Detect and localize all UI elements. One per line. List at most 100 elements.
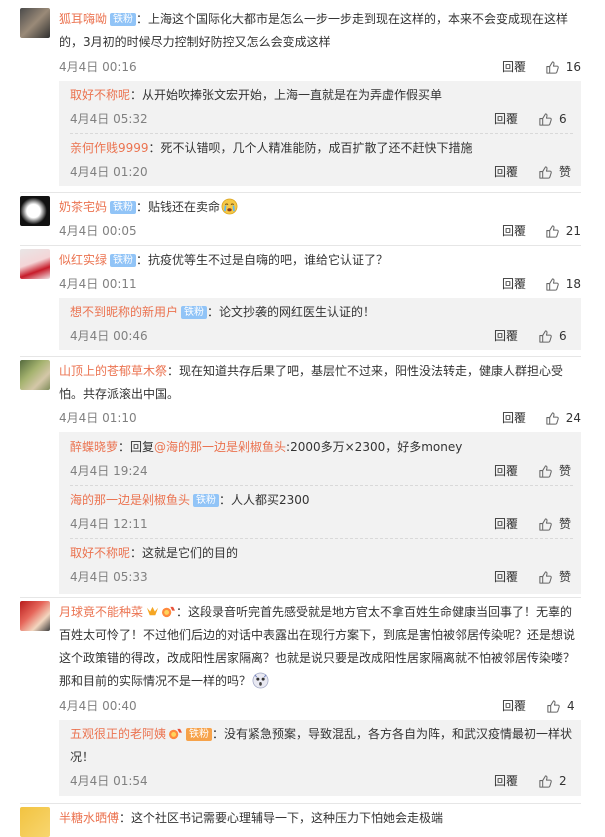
reply-panel: 五观很正的老阿姨 铁粉 ：没有紧急预案，导致混乱，各方各自为阵，和武汉疫情最初一样状… — [59, 720, 581, 796]
reply-button[interactable]: 回覆 — [494, 460, 518, 482]
username-link[interactable]: 似红实绿 — [59, 253, 107, 267]
like-button[interactable]: 16 — [545, 56, 581, 78]
like-button[interactable]: 2 — [538, 770, 573, 792]
comment-text: ：上海这个国际化大都市是怎么一步一步走到现在这样的，本来不会变成现在这样的，3月… — [59, 12, 569, 49]
like-button[interactable]: 24 — [545, 407, 581, 429]
comment-separator — [20, 356, 581, 357]
reply-content: 想不到昵称的新用户 铁粉 ：论文抄袭的网红医生认证的！ — [59, 301, 581, 324]
comment-content: 狐耳嗨呦 铁粉 ：上海这个国际化大都市是怎么一步一步走到现在这样的，本来不会变成现在… — [59, 8, 581, 54]
fan-medal-icon — [169, 728, 183, 740]
reply-content: 醉蝶晓萝：回复@海的那一边是剁椒鱼头:2000多万×2300，好多money — [59, 436, 581, 459]
avatar[interactable] — [20, 360, 50, 390]
reply-button[interactable]: 回覆 — [502, 407, 526, 429]
avatar[interactable] — [20, 249, 50, 279]
username-link[interactable]: 亲何作贱9999 — [70, 141, 149, 155]
avatar[interactable] — [20, 601, 50, 631]
thumbs-up-icon — [546, 224, 559, 238]
username-link[interactable]: 取好不称呢 — [70, 88, 130, 102]
like-button[interactable]: 6 — [538, 325, 573, 347]
timestamp: 4月4日 00:46 — [70, 329, 148, 343]
avatar[interactable] — [20, 807, 50, 837]
thumbs-up-icon — [539, 774, 552, 788]
reply-button[interactable]: 回覆 — [494, 566, 518, 588]
like-count: 21 — [565, 224, 581, 238]
thumbs-up-icon — [547, 699, 560, 713]
reply-button[interactable]: 回覆 — [502, 273, 526, 295]
comment-body: 奶茶宅妈 铁粉 ：贴钱还在卖命 4月4日 00:05 回覆 21 — [59, 196, 581, 242]
fan-badge: 铁粉 — [193, 494, 220, 507]
comment-meta: 4月4日 01:10 回覆 24 — [59, 407, 581, 429]
reply-divider — [70, 538, 573, 539]
like-button[interactable]: 赞 — [538, 161, 573, 183]
fan-medal-icon — [162, 606, 176, 618]
avatar[interactable] — [20, 196, 50, 226]
like-button[interactable]: 赞 — [538, 460, 573, 482]
username-link[interactable]: 奶茶宅妈 — [59, 200, 107, 214]
reply-content: 取好不称呢：从开始吹捧张文宏开始，上海一直就是在为弄虚作假买单 — [59, 84, 581, 107]
reply-content: 海的那一边是剁椒鱼头 铁粉 ：人人都买2300 — [59, 489, 581, 512]
timestamp: 4月4日 01:10 — [59, 411, 137, 425]
reply-meta: 4月4日 12:11 回覆 赞 — [70, 513, 573, 535]
comment-meta: 4月4日 00:40 回覆 4 — [59, 695, 581, 717]
comment-feed: 狐耳嗨呦铁粉 ：上海这个国际化大都市是怎么一步一步走到现在这样的，本来不会变成现在… — [0, 0, 605, 837]
username-link[interactable]: 想不到昵称的新用户 — [70, 305, 178, 319]
reply-button[interactable]: 回覆 — [494, 325, 518, 347]
reply-text-prefix: ：回复 — [118, 440, 155, 454]
like-count: 2 — [559, 774, 567, 788]
like-count: 6 — [559, 112, 567, 126]
thumbs-up-icon — [539, 464, 552, 478]
timestamp: 4月4日 01:54 — [70, 774, 148, 788]
like-button[interactable]: 6 — [538, 108, 573, 130]
like-count: 赞 — [559, 570, 572, 584]
timestamp: 4月4日 12:11 — [70, 517, 148, 531]
username-link[interactable]: 海的那一边是剁椒鱼头 — [70, 493, 190, 507]
comment-meta: 4月4日 00:11 回覆 18 — [59, 273, 581, 295]
thumbs-up-icon — [539, 112, 552, 126]
reply-item: 海的那一边是剁椒鱼头 铁粉 ：人人都买2300 4月4日 12:11 回覆 赞 — [59, 489, 581, 535]
reply-item: 五观很正的老阿姨 铁粉 ：没有紧急预案，导致混乱，各方各自为阵，和武汉疫情最初一样状… — [59, 723, 581, 792]
comment-content: 似红实绿 铁粉 ：抗疫优等生不过是自嗨的吧，谁给它认证了？ — [59, 249, 581, 272]
timestamp: 4月4日 00:16 — [59, 60, 137, 74]
reply-meta: 4月4日 05:33 回覆 赞 — [70, 566, 573, 588]
reply-meta: 4月4日 05:32 回覆 6 — [70, 108, 573, 130]
reply-button[interactable]: 回覆 — [494, 770, 518, 792]
comment-content: 月球竟不能种菜 ：这段录音听完首先感受就是地方官太不拿百姓生命健康当回事了！无辜的… — [59, 601, 581, 693]
username-link[interactable]: 五观很正的老阿姨 — [70, 727, 166, 741]
like-count: 18 — [565, 277, 581, 291]
reply-content: 五观很正的老阿姨 铁粉 ：没有紧急预案，导致混乱，各方各自为阵，和武汉疫情最初一样状… — [59, 723, 581, 769]
reply-button[interactable]: 回覆 — [494, 161, 518, 183]
reply-content: 亲何作贱9999：死不认错呗，几个人精准能防，成百扩散了还不赶快下措施 — [59, 137, 581, 160]
fan-badge: 铁粉 — [181, 306, 208, 319]
username-link[interactable]: 狐耳嗨呦 — [59, 12, 107, 26]
comment-text: ：抗疫优等生不过是自嗨的吧，谁给它认证了？ — [136, 253, 389, 267]
thumbs-up-icon — [539, 517, 552, 531]
reply-button[interactable]: 回覆 — [494, 108, 518, 130]
username-link[interactable]: 山顶上的苍郁草木祭 — [59, 364, 167, 378]
username-link[interactable]: 月球竟不能种菜 — [59, 605, 143, 619]
like-button[interactable]: 21 — [545, 220, 581, 242]
reply-button[interactable]: 回覆 — [502, 695, 526, 717]
comment-body: 月球竟不能种菜 ：这段录音听完首先感受就是地方官太不拿百姓生命健康当回事了！无辜的… — [59, 601, 581, 717]
thumbs-up-icon — [539, 329, 552, 343]
mention-link[interactable]: @海的那一边是剁椒鱼头 — [154, 440, 286, 454]
reply-text: ：死不认错呗，几个人精准能防，成百扩散了还不赶快下措施 — [148, 141, 473, 155]
comment-separator — [20, 245, 581, 246]
like-button[interactable]: 18 — [545, 273, 581, 295]
reply-button[interactable]: 回覆 — [502, 56, 526, 78]
like-button[interactable]: 4 — [546, 695, 581, 717]
username-link[interactable]: 取好不称呢 — [70, 546, 130, 560]
timestamp: 4月4日 00:05 — [59, 224, 137, 238]
reply-meta: 4月4日 19:24 回覆 赞 — [70, 460, 573, 482]
username-link[interactable]: 醉蝶晓萝 — [70, 440, 118, 454]
fear-emoji-icon — [252, 672, 269, 689]
comment-meta: 4月4日 00:16 回覆 16 — [59, 56, 581, 78]
thumbs-up-icon — [539, 165, 552, 179]
reply-button[interactable]: 回覆 — [494, 513, 518, 535]
reply-button[interactable]: 回覆 — [502, 220, 526, 242]
like-button[interactable]: 赞 — [538, 566, 573, 588]
like-button[interactable]: 赞 — [538, 513, 573, 535]
username-link[interactable]: 半糖水晒傅 — [59, 811, 119, 825]
reply-item: 醉蝶晓萝：回复@海的那一边是剁椒鱼头:2000多万×2300，好多money 4… — [59, 436, 581, 482]
avatar[interactable] — [20, 8, 50, 38]
reply-panel: 想不到昵称的新用户 铁粉 ：论文抄袭的网红医生认证的！ 4月4日 00:46 回覆 … — [59, 298, 581, 350]
